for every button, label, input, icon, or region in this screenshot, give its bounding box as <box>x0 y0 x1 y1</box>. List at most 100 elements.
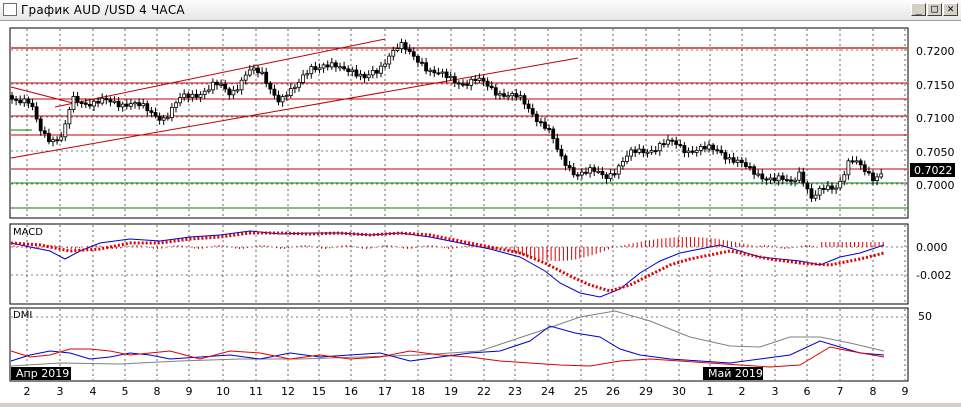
candle-body <box>186 93 191 98</box>
candle-body <box>194 93 199 98</box>
candle-body <box>223 83 228 90</box>
candle-body <box>395 48 400 51</box>
day-label: 1 <box>707 385 714 398</box>
candle-body <box>342 66 347 70</box>
candle-body <box>612 173 617 176</box>
candle-body <box>641 148 646 154</box>
candle-body <box>469 78 474 86</box>
candle-body <box>621 160 625 167</box>
candle-body <box>514 93 519 98</box>
candle-body <box>165 117 170 120</box>
day-label: 15 <box>312 385 326 398</box>
candle-body <box>379 65 383 74</box>
candle-body <box>256 67 260 74</box>
day-label: 12 <box>281 385 295 398</box>
candle-body <box>38 118 43 132</box>
candle-body <box>415 55 420 63</box>
candle-body <box>219 83 224 86</box>
candle-body <box>719 149 724 154</box>
candle-body <box>26 98 31 104</box>
candle-body <box>473 78 478 81</box>
candle-body <box>858 160 863 166</box>
candle-body <box>292 86 297 89</box>
candle-body <box>436 72 441 75</box>
candle-body <box>383 63 388 67</box>
candle-body <box>22 98 27 104</box>
candle-body <box>116 100 121 108</box>
candle-body <box>584 171 588 174</box>
candle-body <box>616 165 621 175</box>
candle-body <box>206 89 211 92</box>
candle-body <box>551 128 556 140</box>
candle-body <box>75 96 80 103</box>
candle-body <box>260 71 265 74</box>
candle-body <box>104 97 109 101</box>
candle-body <box>153 112 158 117</box>
price-tick-label: 0.7100 <box>916 112 955 125</box>
candle-body <box>145 103 150 112</box>
candle-body <box>834 187 838 190</box>
candle-body <box>780 175 785 180</box>
candle-body <box>682 145 687 154</box>
macd-label: MACD <box>13 227 43 238</box>
candle-body <box>534 113 539 122</box>
candle-body <box>325 64 330 68</box>
candle-body <box>698 146 703 151</box>
candle-body <box>108 99 113 103</box>
candle-body <box>575 174 580 177</box>
candle-body <box>161 117 166 121</box>
chart-window: График AUD /USD 4 ЧАСА _ □ ✕ 0.7200 0.71… <box>0 0 961 403</box>
day-label: 4 <box>90 385 97 398</box>
candle-body <box>801 171 806 184</box>
candle-body <box>440 71 445 74</box>
candle-body <box>764 178 769 181</box>
minimize-button[interactable]: _ <box>911 3 926 16</box>
candle-body <box>580 171 584 176</box>
candle-body <box>826 185 830 190</box>
close-button[interactable]: ✕ <box>943 3 958 16</box>
candle-body <box>190 93 195 98</box>
candle-body <box>124 103 129 107</box>
candle-body <box>854 160 859 163</box>
candle-body <box>879 173 884 178</box>
candle-body <box>657 143 662 152</box>
candle-body <box>629 149 633 157</box>
candle-body <box>96 100 100 104</box>
chart-canvas[interactable]: 0.7200 0.7150 0.7100 0.7050 0.7000 0.702… <box>0 21 961 403</box>
candle-body <box>309 66 314 75</box>
candle-body <box>662 143 666 146</box>
macd-tick-label: -0.002 <box>916 269 951 282</box>
candle-body <box>198 94 203 98</box>
candle-body <box>543 121 547 129</box>
candle-body <box>399 42 404 50</box>
candle-body <box>112 100 117 103</box>
candle-body <box>288 88 293 96</box>
candle-body <box>333 62 338 68</box>
candle-body <box>539 121 543 124</box>
day-label: 9 <box>186 385 193 398</box>
price-tick-label: 0.7000 <box>916 179 955 192</box>
candle-body <box>600 170 605 176</box>
candle-body <box>14 98 19 101</box>
candle-body <box>182 93 187 98</box>
chart-area[interactable]: 0.7200 0.7150 0.7100 0.7050 0.7000 0.702… <box>0 21 961 403</box>
candle-body <box>59 136 64 141</box>
candle-body <box>120 103 125 108</box>
candle-body <box>522 95 527 105</box>
candle-body <box>793 179 797 182</box>
candle-body <box>174 102 178 108</box>
candle-body <box>625 155 629 162</box>
maximize-button[interactable]: □ <box>927 3 942 16</box>
title-bar[interactable]: График AUD /USD 4 ЧАСА _ □ ✕ <box>0 0 961 21</box>
window-title: График AUD /USD 4 ЧАСА <box>21 3 185 17</box>
day-label: 5 <box>122 385 129 398</box>
candle-body <box>169 107 174 118</box>
candle-body <box>374 70 379 74</box>
candle-body <box>649 150 654 153</box>
candle-body <box>30 102 35 108</box>
price-tick-label: 0.7200 <box>916 45 955 58</box>
candle-body <box>547 128 551 131</box>
candle-body <box>797 171 802 181</box>
candle-body <box>772 177 777 182</box>
candle-body <box>251 67 256 71</box>
